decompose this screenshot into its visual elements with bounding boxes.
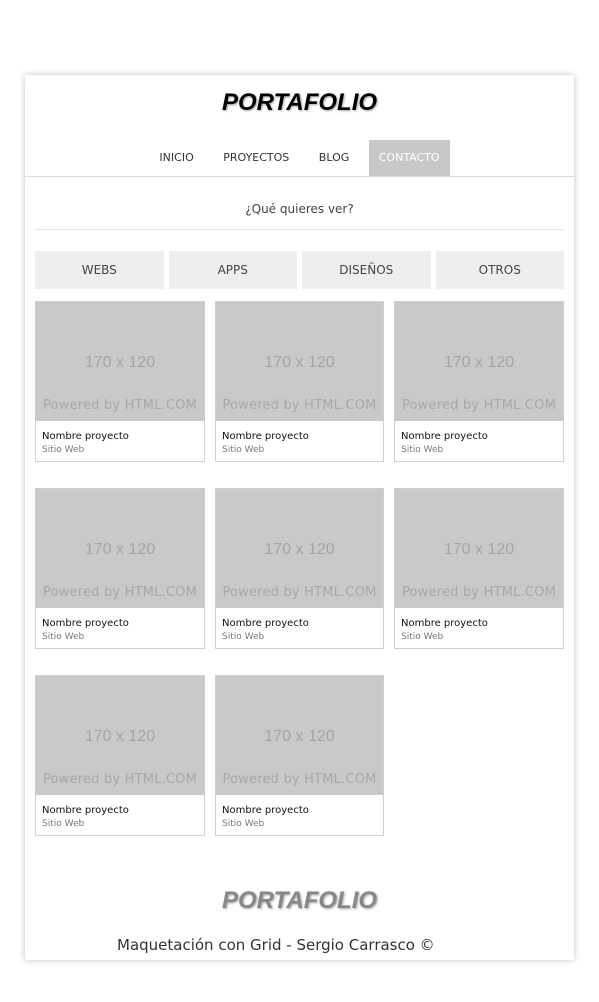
filter-otros-button[interactable]: OTROS [435,251,564,289]
project-card[interactable]: 170 x 120 Powered by HTML.COM Nombre pro… [394,488,564,649]
project-grid: 170 x 120 Powered by HTML.COM Nombre pro… [35,301,564,836]
project-card[interactable]: 170 x 120 Powered by HTML.COM Nombre pro… [35,675,205,836]
project-type: Sitio Web [222,445,265,455]
project-type: Sitio Web [222,632,265,642]
thumbnail-watermark: Powered by HTML.COM [222,398,377,413]
thumbnail-size-label: 170 x 120 [264,541,335,558]
project-name: Nombre proyecto [42,618,129,629]
thumbnail-watermark: Powered by HTML.COM [222,585,377,600]
thumbnail-watermark: Powered by HTML.COM [401,585,557,600]
project-name: Nombre proyecto [222,431,309,442]
nav-item-blog[interactable]: BLOG [309,140,359,176]
project-card[interactable]: 170 x 120 Powered by HTML.COM Nombre pro… [35,488,205,649]
project-name: Nombre proyecto [42,805,129,816]
project-card[interactable]: 170 x 120 Powered by HTML.COM Nombre pro… [215,301,384,462]
thumbnail-size-label: 170 x 120 [84,728,156,745]
footer-title: PORTAFOLIO [221,887,378,914]
filter-bar: WEBS APPS DISEÑOS OTROS [35,251,564,289]
project-thumbnail: 170 x 120 Powered by HTML.COM [216,676,383,795]
thumbnail-watermark: Powered by HTML.COM [222,772,377,787]
thumbnail-watermark: Powered by HTML.COM [42,585,198,600]
thumbnail-watermark: Powered by HTML.COM [42,772,198,787]
nav-divider [25,176,574,177]
project-name: Nombre proyecto [401,618,488,629]
thumbnail-size-label: 170 x 120 [443,354,515,371]
thumbnail-size-label: 170 x 120 [84,354,156,371]
project-card[interactable]: 170 x 120 Powered by HTML.COM Nombre pro… [394,301,564,462]
thumbnail-watermark: Powered by HTML.COM [42,398,198,413]
project-name: Nombre proyecto [222,618,309,629]
filter-question: ¿Qué quieres ver? [245,202,354,216]
thumbnail-size-label: 170 x 120 [264,354,335,371]
filter-apps-button[interactable]: APPS [168,251,297,289]
project-type: Sitio Web [42,632,85,642]
thumbnail-watermark: Powered by HTML.COM [401,398,557,413]
thumbnail-size-label: 170 x 120 [443,541,515,558]
filter-webs-button[interactable]: WEBS [35,251,164,289]
project-thumbnail: 170 x 120 Powered by HTML.COM [395,302,563,421]
project-thumbnail: 170 x 120 Powered by HTML.COM [395,489,563,608]
project-name: Nombre proyecto [222,805,309,816]
footer-credit: Maquetación con Grid - Sergio Carrasco © [117,936,435,954]
site-title: PORTAFOLIO [221,89,378,116]
project-card[interactable]: 170 x 120 Powered by HTML.COM Nombre pro… [35,301,205,462]
project-type: Sitio Web [42,445,85,455]
nav-item-proyectos[interactable]: PROYECTOS [213,140,299,176]
project-name: Nombre proyecto [401,431,488,442]
project-name: Nombre proyecto [42,431,129,442]
project-thumbnail: 170 x 120 Powered by HTML.COM [36,302,204,421]
nav-item-inicio[interactable]: INICIO [149,140,203,176]
project-thumbnail: 170 x 120 Powered by HTML.COM [36,676,204,795]
main-nav: INICIO PROYECTOS BLOG CONTACTO [25,140,574,176]
nav-item-contacto[interactable]: CONTACTO [368,140,450,176]
question-divider [35,229,564,230]
project-thumbnail: 170 x 120 Powered by HTML.COM [216,302,383,421]
project-type: Sitio Web [42,819,85,829]
project-thumbnail: 170 x 120 Powered by HTML.COM [216,489,383,608]
thumbnail-size-label: 170 x 120 [264,728,335,745]
project-card[interactable]: 170 x 120 Powered by HTML.COM Nombre pro… [215,675,384,836]
page-container: PORTAFOLIO INICIO PROYECTOS BLOG CONTACT… [25,75,574,960]
project-type: Sitio Web [401,445,444,455]
project-type: Sitio Web [401,632,444,642]
project-type: Sitio Web [222,819,265,829]
filter-disenos-button[interactable]: DISEÑOS [302,251,431,289]
thumbnail-size-label: 170 x 120 [84,541,156,558]
project-thumbnail: 170 x 120 Powered by HTML.COM [36,489,204,608]
project-card[interactable]: 170 x 120 Powered by HTML.COM Nombre pro… [215,488,384,649]
